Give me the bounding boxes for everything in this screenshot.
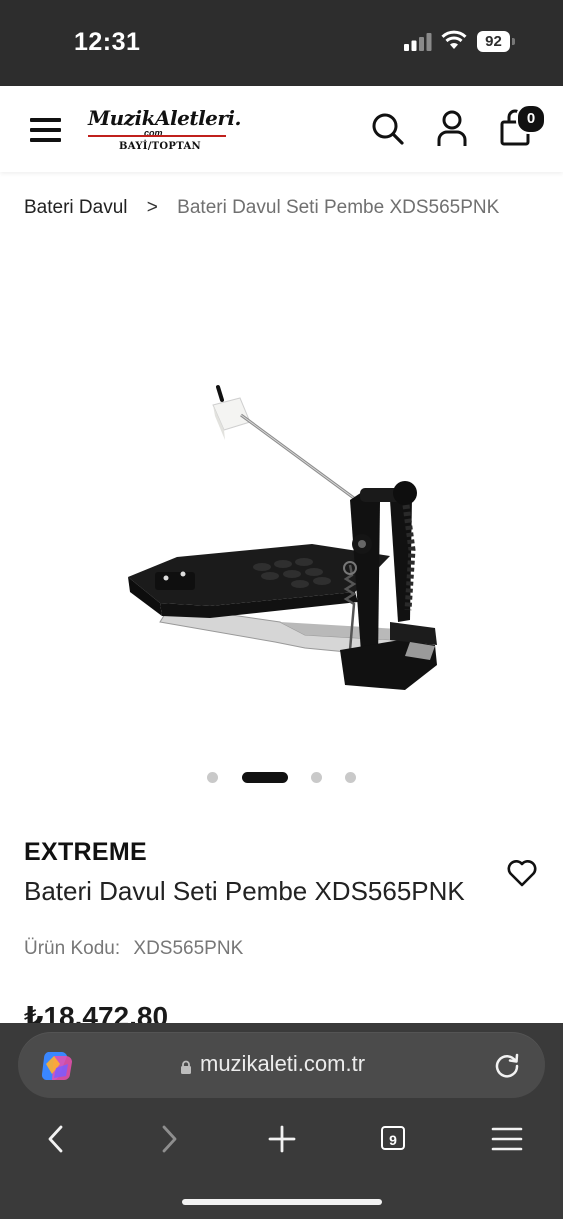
status-bar: 12:31 92 [0,0,563,86]
user-icon[interactable] [436,110,468,148]
site-header: MuzikAletleri. com BAYİ/TOPTAN [0,86,563,172]
search-icon[interactable] [371,112,405,146]
cellular-signal-icon [404,33,432,51]
logo-underline [88,135,226,137]
home-indicator[interactable] [182,1199,382,1205]
logo-wordmark: MuzikAletleri. [88,106,242,130]
forward-icon[interactable] [158,1124,180,1154]
product-title: Bateri Davul Seti Pembe XDS565PNK [24,876,465,906]
url-text[interactable]: muzikaleti.com.tr [200,1051,365,1077]
product-code-value: XDS565PNK [133,938,244,959]
wifi-icon [441,30,467,49]
status-time: 12:31 [74,28,141,56]
product-code-row: Ürün Kodu: XDS565PNK [24,938,243,960]
carousel-dot-2-active[interactable] [242,772,288,783]
new-tab-plus-icon[interactable] [268,1124,296,1154]
copilot-icon[interactable] [40,1050,74,1082]
carousel-dot-4[interactable] [345,772,356,783]
battery-tip [512,38,515,45]
product-brand[interactable]: EXTREME [24,838,147,867]
site-logo[interactable]: MuzikAletleri. com BAYİ/TOPTAN [86,106,242,158]
cart-count-badge[interactable]: 0 [516,104,546,134]
breadcrumb: Bateri Davul > Bateri Davul Seti Pembe X… [24,197,499,219]
heart-icon[interactable] [506,858,538,888]
product-code-label: Ürün Kodu: [24,938,121,959]
chevron-right-icon: > [146,197,158,218]
lock-icon [181,1060,191,1074]
back-icon[interactable] [45,1124,67,1154]
breadcrumb-current: Bateri Davul Seti Pembe XDS565PNK [177,197,500,218]
product-image[interactable] [100,360,480,720]
tabs-count-button[interactable]: 9 [381,1126,405,1150]
menu-icon[interactable] [30,118,61,142]
reload-icon[interactable] [493,1052,521,1080]
carousel-dot-1[interactable] [207,772,218,783]
logo-tagline: BAYİ/TOPTAN [119,141,201,152]
browser-menu-icon[interactable] [491,1124,523,1154]
battery-indicator: 92 [477,31,510,52]
breadcrumb-link-bateri-davul[interactable]: Bateri Davul [24,197,128,218]
carousel-dot-3[interactable] [311,772,322,783]
